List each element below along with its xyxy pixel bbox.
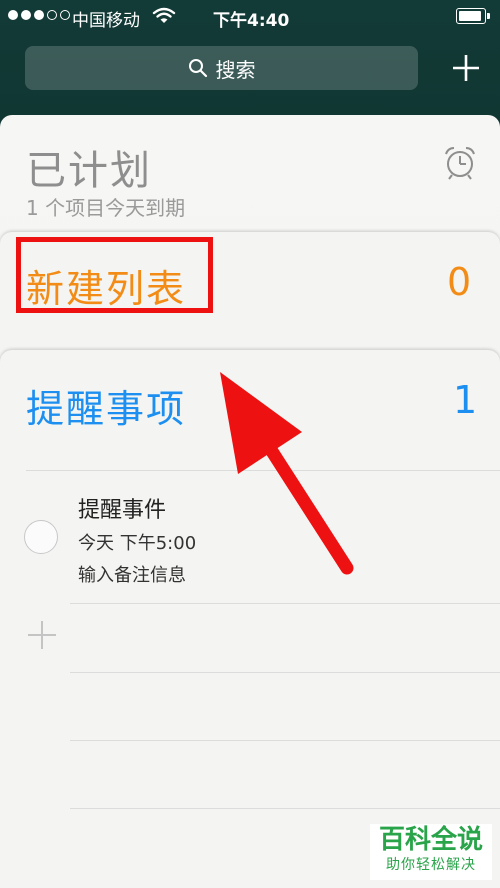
list-title-reminders[interactable]: 提醒事项 xyxy=(26,378,186,433)
watermark-title: 百科全说 xyxy=(378,825,483,855)
search-icon xyxy=(188,59,207,78)
scheduled-title[interactable]: 已计划 xyxy=(26,138,152,196)
divider xyxy=(26,470,500,471)
divider xyxy=(70,672,500,673)
search-bar[interactable]: 搜索 xyxy=(25,46,418,90)
divider xyxy=(70,808,500,809)
divider xyxy=(70,740,500,741)
status-time: 下午4:40 xyxy=(213,11,290,31)
reminder-checkbox[interactable] xyxy=(24,520,58,554)
scheduled-subtitle: 1 个项目今天到期 xyxy=(26,196,186,220)
reminder-time: 今天 下午5:00 xyxy=(78,533,197,554)
wifi-icon xyxy=(152,7,176,23)
search-label: 搜索 xyxy=(215,57,256,82)
signal-strength-icon xyxy=(8,10,70,20)
status-bar: 中国移动 下午4:40 xyxy=(0,0,500,34)
reminder-note[interactable]: 输入备注信息 xyxy=(78,561,186,587)
alarm-clock-icon xyxy=(445,147,475,180)
highlight-box xyxy=(16,237,213,313)
watermark-logo: 百科全说 助你轻松解决 xyxy=(370,824,492,880)
reminder-title[interactable]: 提醒事件 xyxy=(78,492,166,524)
carrier-name: 中国移动 xyxy=(72,11,140,31)
watermark-subtitle: 助你轻松解决 xyxy=(386,857,476,873)
battery-icon xyxy=(456,8,490,24)
divider xyxy=(70,603,500,604)
list-count-reminders: 1 xyxy=(453,378,478,422)
add-reminder-icon[interactable] xyxy=(27,620,57,650)
list-count-new: 0 xyxy=(447,260,472,304)
plus-icon[interactable] xyxy=(448,50,484,86)
